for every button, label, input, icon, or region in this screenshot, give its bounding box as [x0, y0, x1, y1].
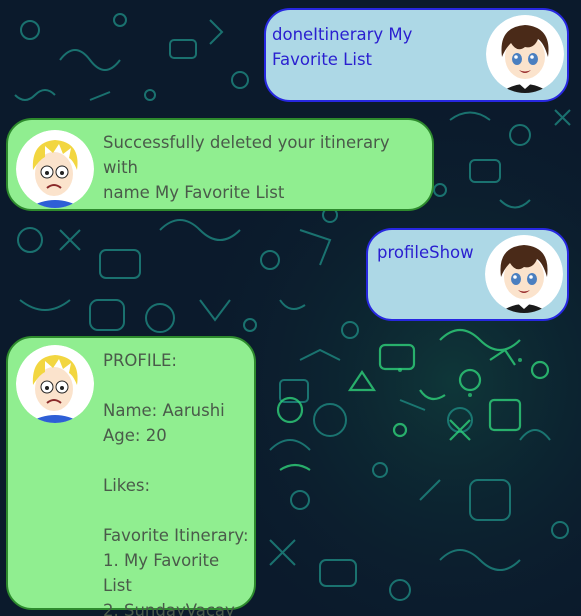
user-message-text: doneItinerary My Favorite List: [272, 25, 413, 69]
user-avatar-icon: [485, 235, 563, 313]
user-message-bubble: doneItinerary My Favorite List: [264, 8, 569, 102]
bot-avatar-icon: [16, 345, 94, 423]
bot-message-text: PROFILE: Name: Aarushi Age: 20 Likes: Fa…: [103, 351, 249, 616]
bot-message-bubble: PROFILE: Name: Aarushi Age: 20 Likes: Fa…: [6, 336, 256, 616]
user-avatar-icon: [486, 15, 564, 93]
bot-avatar-icon: [16, 130, 94, 208]
user-message-bubble: profileShow: [366, 228, 569, 321]
chat-transcript: doneItinerary My Favorite List Successfu…: [0, 0, 581, 616]
bot-message-text: Successfully deleted your itinerary with…: [103, 133, 390, 202]
bot-message-bubble: Successfully deleted your itinerary with…: [6, 118, 434, 211]
user-message-text: profileShow: [377, 243, 474, 262]
